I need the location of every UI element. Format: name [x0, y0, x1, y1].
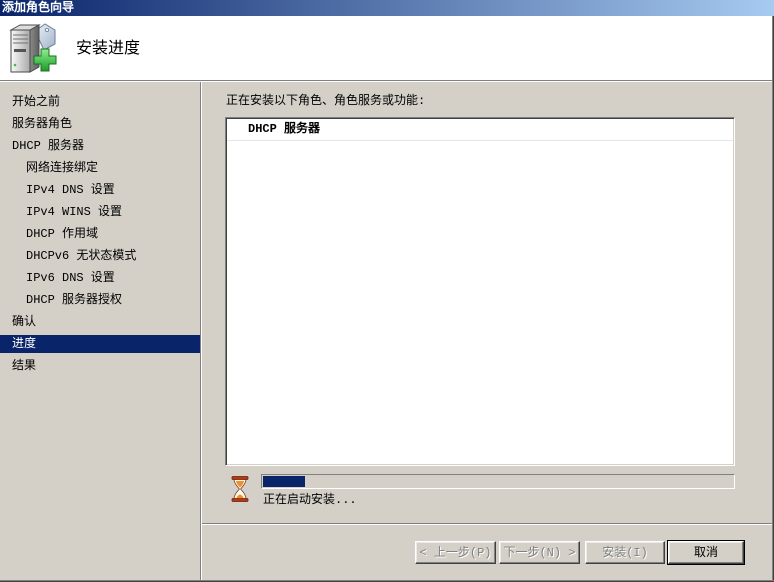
nav-subitem-ipv4-dns-settings[interactable]: IPv4 DNS 设置	[0, 181, 200, 199]
nav-subitem-network-binding[interactable]: 网络连接绑定	[0, 159, 200, 177]
nav-item-dhcp-server[interactable]: DHCP 服务器	[0, 137, 200, 155]
window-title: 添加角色向导	[2, 1, 75, 15]
hourglass-icon	[231, 476, 249, 502]
back-button[interactable]: < 上一步(P)	[415, 541, 496, 564]
nav-item-results[interactable]: 结果	[0, 357, 200, 375]
nav-item-before-you-begin[interactable]: 开始之前	[0, 93, 200, 111]
server-add-role-icon	[9, 23, 57, 73]
page-title: 安装进度	[76, 38, 141, 57]
wizard-header: 安装进度	[0, 16, 774, 80]
button-bar-divider	[202, 523, 772, 525]
nav-subitem-ipv6-dns-settings[interactable]: IPv6 DNS 设置	[0, 269, 200, 287]
install-button[interactable]: 安装(I)	[585, 541, 665, 564]
wizard-steps-nav: 开始之前 服务器角色 DHCP 服务器 网络连接绑定 IPv4 DNS 设置 I…	[0, 93, 200, 379]
nav-subitem-ipv4-wins-settings[interactable]: IPv4 WINS 设置	[0, 203, 200, 221]
nav-subitem-dhcp-scopes[interactable]: DHCP 作用域	[0, 225, 200, 243]
installing-intro-label: 正在安装以下角色、角色服务或功能:	[226, 94, 426, 108]
install-progress-bar	[261, 474, 735, 489]
title-bar[interactable]: 添加角色向导	[0, 0, 774, 16]
nav-subitem-dhcp-server-authorization[interactable]: DHCP 服务器授权	[0, 291, 200, 309]
nav-subitem-dhcpv6-stateless-mode[interactable]: DHCPv6 无状态模式	[0, 247, 200, 265]
nav-item-server-roles[interactable]: 服务器角色	[0, 115, 200, 133]
progress-status-text: 正在启动安装...	[263, 493, 357, 507]
progress-fill	[263, 476, 306, 487]
cancel-button[interactable]: 取消	[668, 541, 744, 564]
header-divider	[0, 80, 774, 82]
installing-items-list[interactable]: DHCP 服务器	[225, 117, 735, 466]
next-button[interactable]: 下一步(N) >	[499, 541, 580, 564]
nav-divider	[200, 82, 202, 580]
nav-item-progress[interactable]: 进度	[0, 335, 200, 353]
list-item[interactable]: DHCP 服务器	[227, 119, 733, 141]
nav-item-confirmation[interactable]: 确认	[0, 313, 200, 331]
